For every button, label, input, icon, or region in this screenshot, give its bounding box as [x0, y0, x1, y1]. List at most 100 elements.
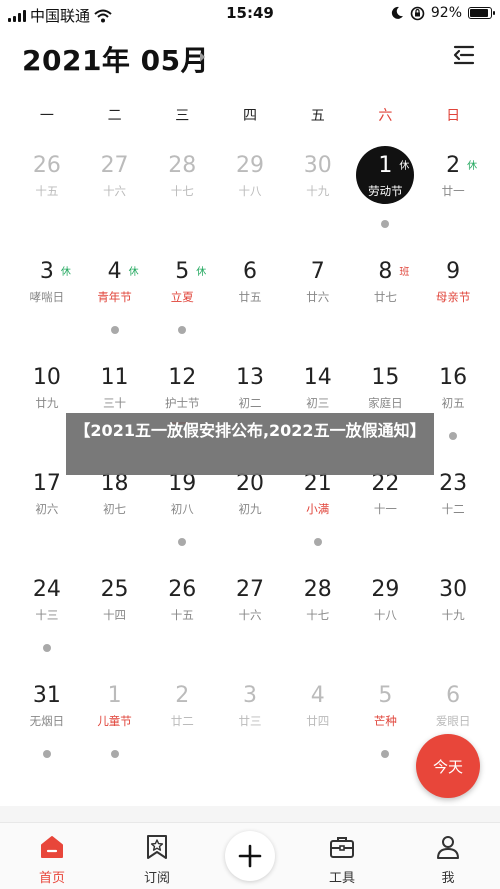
- day-cell[interactable]: 29 十八: [216, 141, 284, 247]
- holiday-badge: 休: [467, 161, 478, 172]
- day-number: 27: [100, 153, 129, 178]
- lunar-date-label: 护士节: [165, 396, 200, 410]
- lunar-date-label: 初三: [306, 396, 330, 410]
- lunar-date-label: 十三: [35, 608, 59, 622]
- day-number: 14: [303, 365, 332, 390]
- day-number: 29: [235, 153, 264, 178]
- event-dot-indicator: [178, 326, 187, 334]
- day-cell[interactable]: 1 劳动节休: [352, 141, 420, 247]
- day-number: 11: [100, 365, 129, 390]
- month-title[interactable]: 2021年 05月: [22, 39, 209, 79]
- weekday-label: 二: [107, 108, 122, 124]
- lunar-date-label: 十四: [103, 608, 127, 622]
- day-number: 24: [32, 577, 61, 602]
- day-cell[interactable]: 3 哮喘日休: [13, 247, 81, 353]
- event-dot-indicator: [381, 750, 390, 758]
- day-cell[interactable]: 2 廿一休: [419, 141, 487, 247]
- day-cell[interactable]: 24 十三: [13, 565, 81, 671]
- lunar-date-label: 廿二: [170, 714, 194, 728]
- day-cell[interactable]: 28 十七: [148, 141, 216, 247]
- lunar-date-label: 十五: [35, 184, 59, 198]
- holiday-badge: 休: [60, 267, 71, 278]
- day-cell[interactable]: 31 无烟日: [13, 671, 81, 777]
- lunar-date-label: 廿一: [441, 184, 465, 198]
- day-cell[interactable]: 26 十五: [13, 141, 81, 247]
- menu-icon[interactable]: [452, 43, 476, 67]
- lunar-date-label: 十六: [238, 608, 262, 622]
- day-cell[interactable]: 28 十七: [284, 565, 352, 671]
- add-event-button[interactable]: [225, 831, 275, 881]
- lunar-date-label: 初六: [35, 502, 59, 516]
- tab-subscribe-label: 订阅: [143, 871, 170, 886]
- day-number: 9: [446, 259, 461, 284]
- lunar-date-label: 廿五: [238, 290, 262, 304]
- moon-icon: [391, 6, 403, 19]
- day-number: 26: [32, 153, 61, 178]
- day-cell[interactable]: 7 廿六: [284, 247, 352, 353]
- event-dot-indicator: [42, 750, 51, 758]
- weekday-label: 四: [242, 108, 257, 124]
- day-cell[interactable]: 4 青年节休: [81, 247, 149, 353]
- tab-me-label: 我: [441, 871, 455, 886]
- day-cell[interactable]: 4 廿四: [284, 671, 352, 777]
- event-dot-indicator: [110, 326, 119, 334]
- day-cell[interactable]: 27 十六: [216, 565, 284, 671]
- day-cell[interactable]: 2 廿二: [148, 671, 216, 777]
- day-number: 28: [303, 577, 332, 602]
- holiday-badge: 休: [196, 267, 207, 278]
- day-cell[interactable]: 1 儿童节: [81, 671, 149, 777]
- day-number: 4: [310, 683, 325, 708]
- day-number: 6: [242, 259, 257, 284]
- weekday-label: 六: [378, 108, 393, 124]
- lunar-date-label: 十一: [373, 502, 397, 516]
- day-cell[interactable]: 9 母亲节: [419, 247, 487, 353]
- month-picker-arrow-icon[interactable]: [200, 52, 205, 62]
- lunar-date-label: 十二: [441, 502, 465, 516]
- lunar-date-label: 廿四: [306, 714, 330, 728]
- lunar-date-label: 哮喘日: [29, 290, 65, 304]
- weekday-label: 日: [446, 108, 461, 124]
- lunar-date-label: 廿六: [306, 290, 330, 304]
- battery-percent: 92%: [430, 5, 462, 21]
- lunar-date-label: 十六: [103, 184, 127, 198]
- workday-badge: 班: [399, 267, 410, 278]
- day-cell[interactable]: 5 立夏休: [148, 247, 216, 353]
- lunar-date-label: 十七: [306, 608, 330, 622]
- day-number: 2: [175, 683, 190, 708]
- lunar-date-label: 廿七: [373, 290, 397, 304]
- tab-home-label: 首页: [38, 871, 65, 886]
- day-number: 25: [100, 577, 129, 602]
- home-icon: [41, 836, 63, 858]
- lunar-date-label: 十八: [373, 608, 397, 622]
- battery-icon: [468, 7, 495, 19]
- tab-tools-label: 工具: [328, 871, 355, 886]
- day-cell[interactable]: 8 廿七班: [352, 247, 420, 353]
- lunar-date-label: 母亲节: [435, 290, 471, 304]
- lunar-date-label: 初九: [238, 502, 262, 516]
- event-dot-indicator: [449, 432, 458, 440]
- tab-tools[interactable]: 工具: [302, 833, 382, 886]
- tab-me[interactable]: 我: [408, 833, 488, 886]
- article-title-banner: 【2021五一放假安排公布,2022五一放假通知】: [66, 413, 434, 475]
- day-cell[interactable]: 3 廿三: [216, 671, 284, 777]
- day-cell[interactable]: 6 廿五: [216, 247, 284, 353]
- day-cell[interactable]: 26 十五: [148, 565, 216, 671]
- day-number: 12: [168, 365, 197, 390]
- day-cell[interactable]: 27 十六: [81, 141, 149, 247]
- lunar-date-label: 初二: [238, 396, 262, 410]
- lunar-date-label: 十五: [170, 608, 194, 622]
- tab-subscribe[interactable]: 订阅: [117, 833, 197, 886]
- lunar-date-label: 廿九: [35, 396, 59, 410]
- lunar-date-label: 无烟日: [29, 714, 65, 728]
- day-cell[interactable]: 5 芒种: [352, 671, 420, 777]
- lunar-date-label: 爱眼日: [435, 714, 471, 728]
- today-button[interactable]: 今天: [416, 734, 480, 798]
- day-cell[interactable]: 30 十九: [419, 565, 487, 671]
- day-number: 13: [235, 365, 264, 390]
- day-cell[interactable]: 25 十四: [81, 565, 149, 671]
- tab-home[interactable]: 首页: [12, 833, 92, 886]
- day-cell[interactable]: 30 十九: [284, 141, 352, 247]
- lunar-date-label: 芒种: [373, 714, 397, 728]
- day-cell[interactable]: 29 十八: [352, 565, 420, 671]
- lunar-date-label: 廿三: [238, 714, 262, 728]
